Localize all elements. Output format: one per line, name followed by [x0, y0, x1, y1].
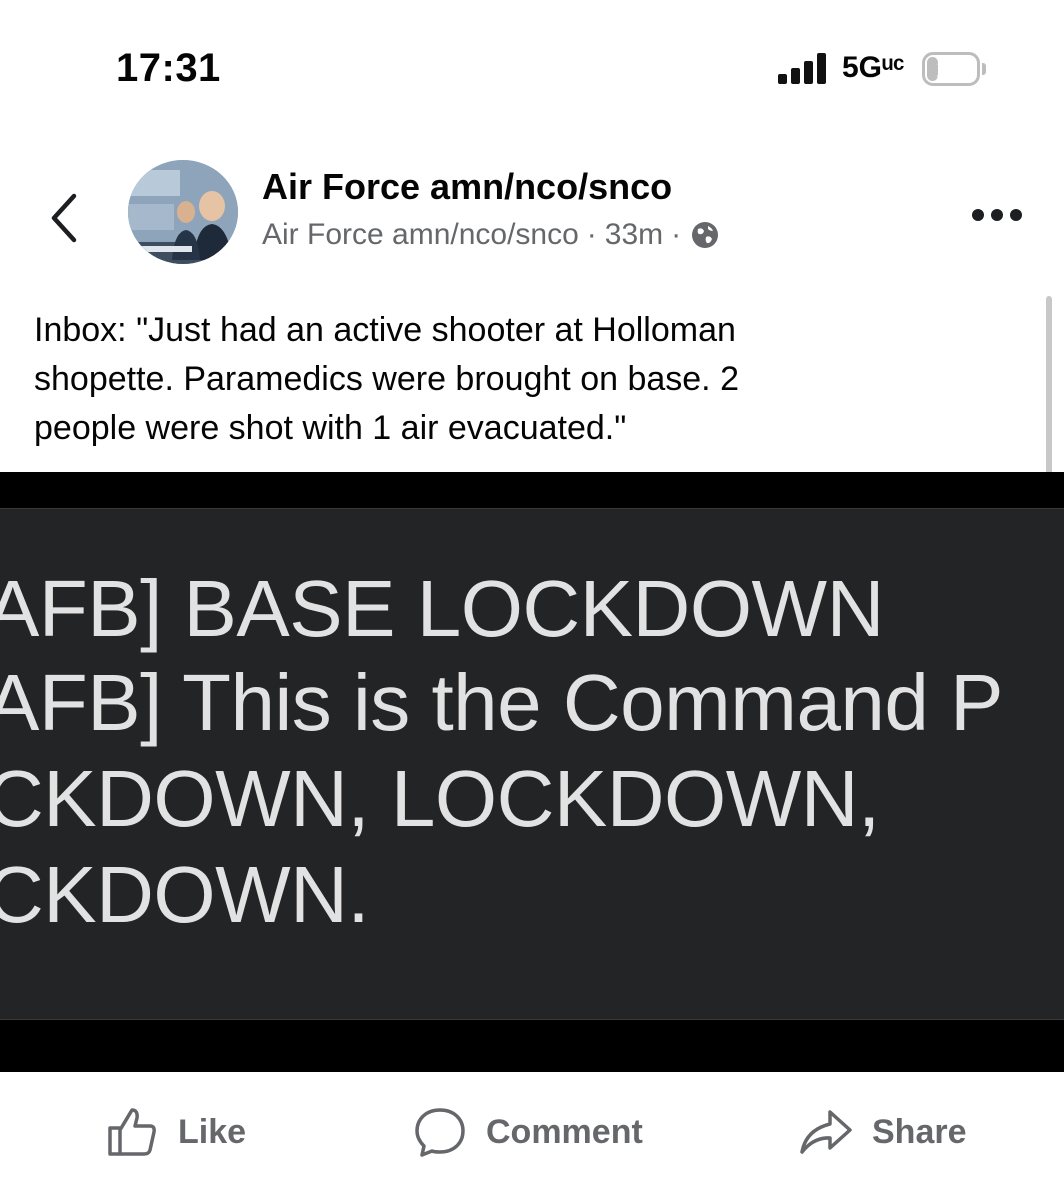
- more-options-button[interactable]: [966, 202, 1028, 228]
- more-dots-icon: [972, 209, 984, 221]
- battery-icon: 22: [922, 52, 980, 86]
- post-actions-bar: Like Comment Share: [0, 1072, 1064, 1200]
- page-name-link[interactable]: Air Force amn/nco/snco: [262, 166, 672, 208]
- thumbs-up-icon: [108, 1108, 156, 1156]
- comment-label: Comment: [486, 1112, 643, 1151]
- post-text-line: people were shot with 1 air evacuated.": [34, 409, 627, 447]
- share-label: Share: [872, 1112, 967, 1151]
- battery-nub: [982, 63, 986, 75]
- alert-line: CKDOWN.: [0, 850, 370, 939]
- more-dots-icon: [1010, 209, 1022, 221]
- chevron-left-icon: [51, 193, 77, 243]
- alert-screenshot: AFB] BASE LOCKDOWN AFB] This is the Comm…: [0, 508, 1064, 1020]
- meta-separator: ·: [586, 218, 597, 251]
- status-bar: 17:31 5Gᵘᶜ 22: [0, 0, 1064, 130]
- alert-line: AFB] BASE LOCKDOWN: [0, 564, 884, 653]
- page-avatar[interactable]: [128, 160, 238, 264]
- comment-button[interactable]: Comment: [412, 1102, 643, 1162]
- post-text: Inbox: "Just had an active shooter at Ho…: [34, 306, 994, 453]
- share-button[interactable]: Share: [798, 1102, 967, 1162]
- network-type: 5Gᵘᶜ: [842, 51, 905, 84]
- post-text-line: shopette. Paramedics were brought on bas…: [34, 360, 739, 398]
- post-text-line: Inbox: "Just had an active shooter at Ho…: [34, 311, 736, 349]
- status-time: 17:31: [116, 46, 221, 90]
- back-button[interactable]: [44, 190, 84, 246]
- share-arrow-icon: [800, 1110, 852, 1154]
- alert-line: AFB] This is the Command P: [0, 658, 1004, 747]
- post-meta: Air Force amn/nco/snco · 33m ·: [262, 218, 719, 252]
- comment-bubble-icon: [415, 1108, 465, 1157]
- globe-icon: [692, 222, 719, 248]
- more-dots-icon: [991, 209, 1003, 221]
- like-label: Like: [178, 1112, 247, 1151]
- signal-strength-icon: [778, 52, 832, 84]
- avatar-image: [128, 160, 238, 264]
- battery-level: 22: [936, 54, 966, 84]
- meta-separator: ·: [671, 218, 682, 251]
- like-button[interactable]: Like: [104, 1102, 246, 1162]
- post-image[interactable]: AFB] BASE LOCKDOWN AFB] This is the Comm…: [0, 472, 1064, 1072]
- alert-line: CKDOWN, LOCKDOWN,: [0, 754, 880, 843]
- post-author[interactable]: Air Force amn/nco/snco: [262, 218, 579, 251]
- post-time[interactable]: 33m: [605, 218, 663, 251]
